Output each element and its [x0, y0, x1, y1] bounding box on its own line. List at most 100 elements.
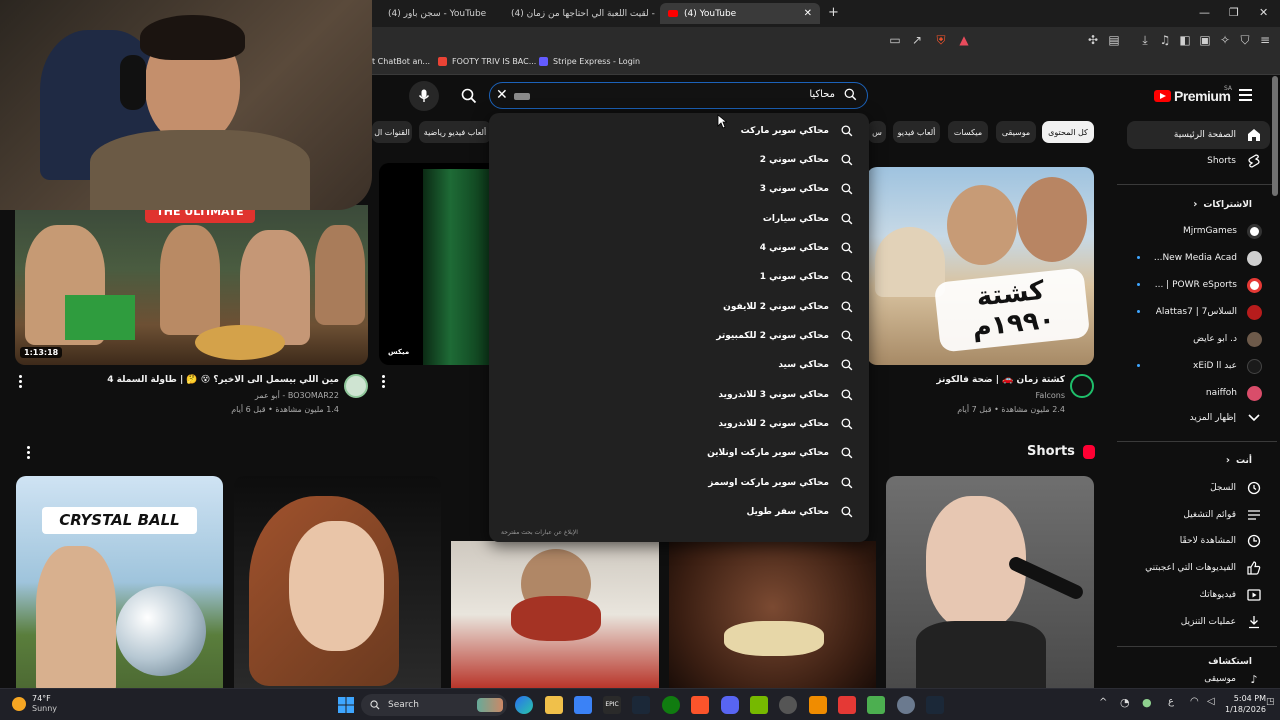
suggestion-item[interactable]: محاكي سوني 3 للاندرويد: [718, 380, 853, 409]
avatar[interactable]: [344, 374, 368, 398]
suggestion-item[interactable]: محاكي سوبر ماركت اوسمز: [708, 468, 853, 497]
mic-icon[interactable]: ●: [1142, 696, 1152, 709]
more-options-icon[interactable]: [382, 375, 386, 390]
bookmark-item[interactable]: FOOTY TRIV IS BAC...: [438, 57, 536, 66]
short-thumbnail[interactable]: [669, 541, 876, 688]
cast-icon[interactable]: ▭: [888, 33, 902, 47]
chip-all[interactable]: كل المحتوى: [1042, 121, 1094, 143]
extensions-icon[interactable]: ✣: [1086, 33, 1100, 47]
voice-search-button[interactable]: [409, 81, 439, 111]
new-tab-button[interactable]: +: [828, 5, 839, 20]
ms-store-icon[interactable]: [574, 696, 592, 714]
xbox-icon[interactable]: [662, 696, 680, 714]
download-icon[interactable]: ⤓: [1138, 33, 1152, 47]
close-icon[interactable]: ✕: [496, 87, 508, 103]
video-title[interactable]: مين اللي بيسمل الى الاخير؟ 😵 🤔 | طاولة ا…: [107, 375, 339, 385]
suggestion-item[interactable]: محاكي سوبر ماركت اونلاين: [707, 438, 853, 467]
search-submit-button[interactable]: [454, 81, 484, 111]
chip-partial[interactable]: س: [868, 121, 886, 143]
suggestion-item[interactable]: محاكي سوني 2: [760, 145, 853, 174]
sidebar-item-history[interactable]: السجلّ: [1127, 474, 1270, 502]
wallet-icon[interactable]: ▣: [1198, 33, 1212, 47]
sidebar-item-shorts[interactable]: Shorts: [1127, 147, 1270, 175]
nvidia-icon[interactable]: [750, 696, 768, 714]
search-input[interactable]: ✕ محاكيا: [489, 82, 868, 109]
sidebar-item-subscription[interactable]: MjrmGames: [1127, 217, 1270, 245]
suggestion-item[interactable]: محاكي سوني 4: [760, 233, 853, 262]
brave-shield-icon[interactable]: ⛨: [934, 33, 948, 47]
show-more-button[interactable]: إظهار المزيد: [1127, 404, 1270, 432]
video-thumbnail[interactable]: كشتة ١٩٩٠م: [867, 167, 1094, 365]
clock[interactable]: 5:04 PM 1/18/2026: [1225, 693, 1266, 715]
sidebar-item-playlists[interactable]: قوائم التشغيل: [1127, 501, 1270, 529]
media-icon[interactable]: ♫: [1158, 33, 1172, 47]
app-icon[interactable]: [809, 696, 827, 714]
windows-start-icon[interactable]: [337, 696, 355, 714]
chip-video-games[interactable]: ألعاب فيديو: [893, 121, 940, 143]
avatar[interactable]: [1070, 374, 1094, 398]
chip-sports-games[interactable]: ألعاب فيديو رياضية: [419, 121, 491, 143]
wifi-icon[interactable]: ◠: [1190, 696, 1199, 707]
edge-icon[interactable]: [515, 696, 533, 714]
short-thumbnail[interactable]: [234, 476, 441, 688]
leo-icon[interactable]: ✧: [1218, 33, 1232, 47]
browser-tab[interactable]: (4) سجن باور - YouTube: [380, 3, 495, 24]
taskbar-search-box[interactable]: Search: [361, 694, 507, 716]
sidebar-item-subscription[interactable]: New Media Acad...: [1127, 244, 1270, 272]
suggestion-item[interactable]: محاكي سوني 2 للاندرويد: [718, 409, 853, 438]
minimize-icon[interactable]: —: [1199, 6, 1210, 19]
share-icon[interactable]: ↗: [910, 33, 924, 47]
menu-icon[interactable]: ≡: [1258, 33, 1272, 47]
brave-rewards-icon[interactable]: ▲: [957, 33, 971, 47]
youtube-logo[interactable]: Premium: [1154, 88, 1231, 104]
app-icon[interactable]: [867, 696, 885, 714]
page-scrollbar[interactable]: [1272, 76, 1278, 196]
bookmark-item[interactable]: t ChatBot an...: [372, 57, 430, 66]
suggestion-item[interactable]: محاكي سوني 3: [760, 174, 853, 203]
sidebar-item-subscription[interactable]: POWR eSports | ...: [1127, 271, 1270, 299]
sidebar-item-subscription[interactable]: السلاس7 | Alattas7: [1127, 298, 1270, 326]
bookmark-item[interactable]: Stripe Express - Login: [539, 57, 640, 66]
weather-widget[interactable]: 74°F Sunny: [12, 694, 57, 714]
you-header[interactable]: أنت ‹: [1226, 455, 1252, 466]
settings-app-icon[interactable]: [779, 696, 797, 714]
vpn-icon[interactable]: ⛉: [1238, 33, 1252, 47]
sidebar-icon[interactable]: ▤: [1107, 33, 1121, 47]
subscriptions-header[interactable]: الاشتراكات ‹: [1193, 199, 1252, 210]
maximize-icon[interactable]: ❐: [1229, 6, 1239, 19]
discord-icon[interactable]: [721, 696, 739, 714]
sidebar-item-your-videos[interactable]: فيديوهاتك: [1127, 581, 1270, 609]
hamburger-menu-icon[interactable]: [1239, 89, 1252, 104]
short-thumbnail[interactable]: [886, 476, 1094, 688]
browser-tab[interactable]: (4) لقيت اللعبة الي احتاجها من زمان - Yo: [497, 3, 657, 24]
file-explorer-icon[interactable]: [545, 696, 563, 714]
volume-icon[interactable]: ◁: [1207, 696, 1215, 707]
tab-close-icon[interactable]: ✕: [804, 8, 812, 19]
chip-channels[interactable]: القنوات ال: [372, 121, 412, 143]
app-icon[interactable]: [897, 696, 915, 714]
sidebar-item-music[interactable]: موسيقى ♪: [1127, 672, 1270, 686]
reading-list-icon[interactable]: ◧: [1178, 33, 1192, 47]
suggestion-item[interactable]: محاكي سيارات: [763, 204, 853, 233]
suggestion-item[interactable]: محاكي سوني 1: [760, 262, 853, 291]
steam-icon[interactable]: [632, 696, 650, 714]
short-thumbnail[interactable]: [451, 541, 659, 688]
sidebar-item-subscription[interactable]: د. أبو عايض: [1127, 325, 1270, 353]
browser-tab-active[interactable]: (4) YouTube ✕: [660, 3, 820, 24]
more-options-icon[interactable]: [19, 375, 23, 390]
video-thumbnail[interactable]: ميكس: [379, 163, 491, 365]
video-thumbnail[interactable]: THE ULTIMATE 1:13:18: [15, 205, 368, 365]
steam-icon[interactable]: [926, 696, 944, 714]
report-suggestions-link[interactable]: الإبلاغ عن عبارات بحث مقترحة: [501, 529, 578, 536]
language-icon[interactable]: ع: [1168, 696, 1174, 707]
brave-icon[interactable]: [691, 696, 709, 714]
sidebar-item-liked[interactable]: الفيديوهات التي أعجبتني: [1127, 554, 1270, 582]
chip-music[interactable]: موسيقى: [996, 121, 1036, 143]
tray-app-icon[interactable]: ◔: [1120, 696, 1130, 709]
tray-overflow-icon[interactable]: ^: [1099, 697, 1107, 708]
suggestion-item[interactable]: محاكي سوبر ماركت: [741, 116, 853, 145]
sidebar-item-home[interactable]: الصفحة الرئيسية: [1127, 121, 1270, 149]
suggestion-item[interactable]: محاكي سفر طويل: [746, 497, 853, 526]
suggestion-item[interactable]: محاكي سوني 2 للكمبيوتر: [716, 321, 853, 350]
app-icon[interactable]: [838, 696, 856, 714]
